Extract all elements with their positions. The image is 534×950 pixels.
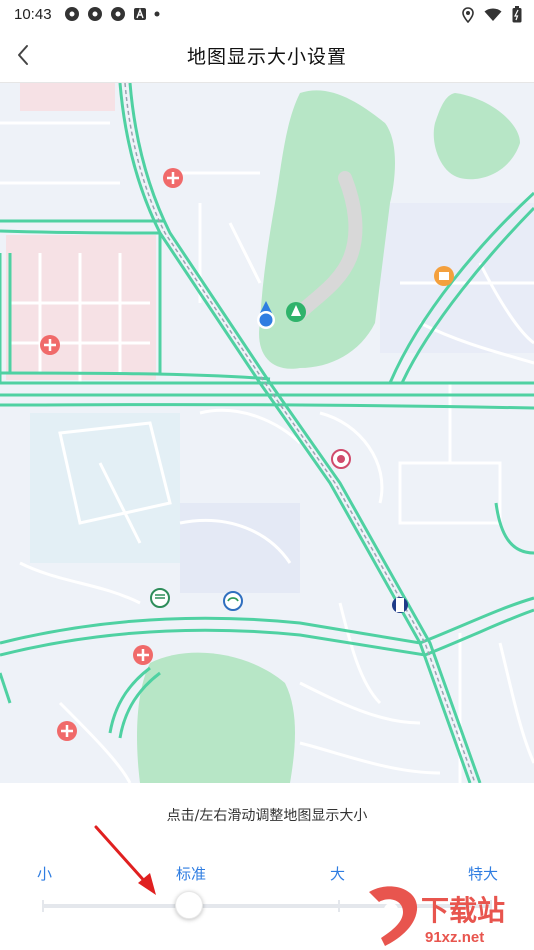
app-notification-icon [87,7,102,21]
wifi-icon [484,8,502,21]
poi-marker-bottom-left[interactable] [57,721,77,741]
red-arrow-annotation [94,825,156,895]
hint-text: 点击/左右滑动调整地图显示大小 [166,808,368,824]
watermark-url-text: 91xz.net [425,929,484,946]
dot-icon [154,11,160,17]
back-button[interactable] [10,41,38,69]
size-settings-panel: 点击/左右滑动调整地图显示大小 小 标准 大 特大 下载站 91xz.net [0,783,534,950]
poi-hospital-bottom[interactable] [133,645,153,665]
poi-hospital-left[interactable] [40,335,60,355]
size-option-large[interactable]: 大 [330,863,345,884]
restaurant-icon[interactable] [434,266,454,286]
slider-tick [42,900,44,912]
map-canvas[interactable] [0,83,534,783]
park-icon[interactable] [286,302,306,322]
size-slider-thumb[interactable] [175,891,203,919]
bank-icon[interactable] [331,449,351,469]
district-block [380,203,534,353]
bank-icon[interactable] [150,588,170,608]
status-system-icons [462,6,522,23]
slider-tick [338,900,340,912]
size-option-standard[interactable]: 标准 [176,863,206,884]
metro-icon[interactable] [223,591,243,611]
status-notification-icons [64,6,160,22]
hospital-zone-top [20,83,115,111]
status-bar: 10:43 [0,0,534,28]
app-notification-icon [110,7,125,21]
location-icon [462,6,474,23]
status-time: 10:43 [14,5,52,23]
district-block [180,503,300,593]
watermark-logo: 下载站 91xz.net [369,886,505,946]
battery-icon [512,6,522,23]
page-title: 地图显示大小设置 [186,45,347,68]
map-view[interactable] [0,83,534,783]
size-option-small[interactable]: 小 [37,863,52,884]
nav-bar: 地图显示大小设置 [0,28,534,83]
a-icon [133,8,146,20]
school-zone [30,413,180,563]
chevron-left-icon [18,45,28,65]
app-notification-icon [64,7,79,21]
metro-station-icon[interactable] [392,597,408,613]
poi-hospital-top[interactable] [163,168,183,188]
watermark-main-text: 下载站 [421,894,505,927]
